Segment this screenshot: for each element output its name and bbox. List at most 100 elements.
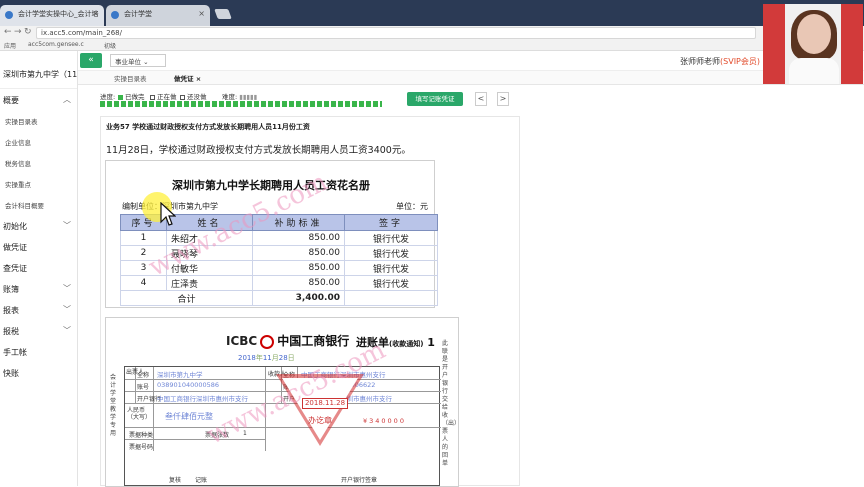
- difficulty-label: 难度:: [222, 93, 238, 101]
- cell: 银行代发: [344, 260, 438, 276]
- doing-square-icon: [150, 94, 155, 100]
- department-select[interactable]: 事业单位 ⌄: [110, 54, 166, 67]
- cell: 银行代发: [344, 230, 438, 246]
- page-tabs: 实操目录表 做凭证 ×: [78, 71, 864, 85]
- icbc-logo-icon: [260, 334, 275, 349]
- url-text: ix.acc5.com/main_268/: [41, 29, 122, 37]
- sidebar-item-init[interactable]: 初始化 ﹀: [0, 215, 77, 236]
- sidebar-item-manual-books[interactable]: 手工帐: [0, 341, 77, 362]
- bookmark-chuji[interactable]: 初级: [104, 41, 116, 50]
- new-tab-button[interactable]: [214, 9, 232, 19]
- chevron-down-icon: ﹀: [63, 284, 71, 293]
- chevron-down-icon: ﹀: [63, 326, 71, 335]
- close-tab-icon[interactable]: ×: [92, 9, 99, 18]
- sidebar-school-title: 深圳市第九中学（11月）: [0, 51, 77, 89]
- tab-title: 会计学堂实操中心_会计培: [18, 10, 99, 18]
- bill-type-label: 票据种类: [129, 432, 154, 439]
- sidebar-item-ledger[interactable]: 账簿 ﹀: [0, 278, 77, 299]
- icbc-brand: ICBC: [226, 334, 258, 348]
- chevron-down-icon: ﹀: [63, 305, 71, 314]
- sidebar-item-tax-info[interactable]: 税务信息: [0, 152, 77, 173]
- sidebar-item-label: 概要: [3, 96, 19, 105]
- tab-label: 做凭证: [174, 75, 194, 83]
- sidebar-item-company-info[interactable]: 企业信息: [0, 131, 77, 152]
- sidebar-item-label: 报表: [3, 306, 19, 315]
- payroll-document: 深圳市第九中学长期聘用人员工资花名册 编制单位：深圳市第九中学 单位：元 序号 …: [105, 160, 438, 308]
- sidebar-item-label: 快账: [3, 369, 19, 378]
- sidebar-item-label: 初始化: [3, 222, 27, 231]
- cell: 850.00: [252, 275, 345, 291]
- user-info[interactable]: 张师师老师(SVIP会员): [680, 56, 760, 67]
- bookmark-apps[interactable]: 应用: [4, 41, 16, 50]
- prev-button[interactable]: <: [475, 92, 487, 106]
- cell: 庄泽贵: [166, 275, 253, 291]
- webcam-background: [841, 4, 863, 84]
- payroll-unit: 单位：元: [396, 202, 428, 211]
- sidebar-item-tax-filing[interactable]: 报税 ﹀: [0, 320, 77, 341]
- date-unit: 月: [271, 354, 279, 362]
- site-favicon-icon: [5, 11, 13, 19]
- amount-words: 叁仟肆佰元整: [165, 412, 213, 421]
- amount-label: 人民币（大写）: [127, 407, 152, 421]
- collapse-sidebar-button[interactable]: «: [80, 53, 102, 68]
- sidebar-item-label: 实操重点: [5, 181, 31, 189]
- cell: [344, 290, 438, 306]
- url-input[interactable]: ix.acc5.com/main_268/: [36, 27, 756, 39]
- department-value: 事业单位: [115, 58, 141, 66]
- task-title: 业务57 学校通过财政授权支付方式发放长期聘用人员11月份工资: [106, 123, 310, 131]
- sidebar-item-label: 实操目录表: [5, 118, 38, 126]
- sidebar-item-catalog[interactable]: 实操目录表: [0, 110, 77, 131]
- tab-make-voucher[interactable]: 做凭证 ×: [174, 73, 201, 83]
- forward-icon[interactable]: →: [14, 27, 22, 37]
- sidebar-item-label: 会计科目概要: [5, 202, 44, 210]
- reload-icon[interactable]: ↻: [24, 27, 32, 37]
- presenter-body: [789, 58, 839, 84]
- slip-right-text: 此联是开户银行交给收（出）票人的回单: [442, 340, 461, 467]
- app-header: « 事业单位 ⌄ 张师师老师(SVIP会员): [78, 51, 864, 71]
- back-icon[interactable]: ←: [4, 27, 12, 37]
- tab-title: 会计学堂: [124, 10, 152, 18]
- cell: 银行代发: [344, 275, 438, 291]
- legend-doing: 正在做: [150, 91, 177, 101]
- legend-text: 已做完: [125, 93, 145, 101]
- sidebar-item-quick-books[interactable]: 快账: [0, 362, 77, 383]
- sidebar-item-make-voucher[interactable]: 做凭证: [0, 236, 77, 257]
- tab-catalog[interactable]: 实操目录表: [114, 73, 147, 83]
- webcam-overlay: [763, 4, 863, 84]
- sidebar-item-reports[interactable]: 报表 ﹀: [0, 299, 77, 320]
- slip-copy-number: 1: [427, 336, 435, 349]
- stamp-text: 办讫章: [308, 416, 332, 425]
- slip-date: 2018年11月28日: [238, 353, 295, 363]
- date-unit: 日: [287, 354, 295, 362]
- date-day: 28: [278, 354, 288, 362]
- payer-name: 深圳市第九中学: [157, 371, 203, 379]
- sidebar-item-accounts-summary[interactable]: 会计科目概要: [0, 194, 77, 215]
- payer-account-label: 账号: [137, 384, 150, 391]
- close-tab-icon[interactable]: ×: [198, 9, 205, 18]
- slip-side-text: 会计学堂教学专用: [110, 374, 117, 437]
- sidebar-item-key-points[interactable]: 实操重点: [0, 173, 77, 194]
- difficulty: 难度: ▮▮▮▮▮: [222, 91, 257, 101]
- user-name: 张师师老师: [680, 57, 721, 66]
- webcam-background: [763, 4, 785, 84]
- chevron-down-icon: ⌄: [143, 58, 149, 66]
- address-bar-row: ← → ↻ ix.acc5.com/main_268/: [0, 26, 864, 40]
- next-button[interactable]: >: [497, 92, 509, 106]
- table-row: 4 庄泽贵 850.00 银行代发: [120, 275, 438, 291]
- browser-tab[interactable]: 会计学堂 ×: [106, 5, 210, 26]
- browser-tab-active[interactable]: 会计学堂实操中心_会计培 ×: [0, 5, 104, 26]
- cell: 850.00: [252, 230, 345, 246]
- payer-bank: 中国工商银行深圳市惠州市支行: [157, 395, 248, 403]
- date-year: 2018: [238, 354, 256, 362]
- bookmark-gensee[interactable]: acc5com.gensee.c: [28, 41, 84, 48]
- close-tab-icon[interactable]: ×: [196, 75, 201, 83]
- table-total-row: 合计 3,400.00: [120, 290, 438, 306]
- sidebar-item-overview[interactable]: 概要 ︿: [0, 89, 77, 110]
- task-description: 11月28日，学校通过财政授权支付方式发放长期聘用人员工资3400元。: [106, 145, 411, 156]
- cell: 850.00: [252, 245, 345, 261]
- bank-header: ICBC 中国工商银行: [226, 332, 349, 349]
- sidebar: 深圳市第九中学（11月） 概要 ︿ 实操目录表 企业信息 税务信息 实操重点 会计…: [0, 51, 78, 486]
- sidebar-item-query-voucher[interactable]: 查凭证: [0, 257, 77, 278]
- bookkeep-label: 记账: [195, 477, 208, 484]
- fill-voucher-button[interactable]: 填写记账凭证: [407, 92, 463, 106]
